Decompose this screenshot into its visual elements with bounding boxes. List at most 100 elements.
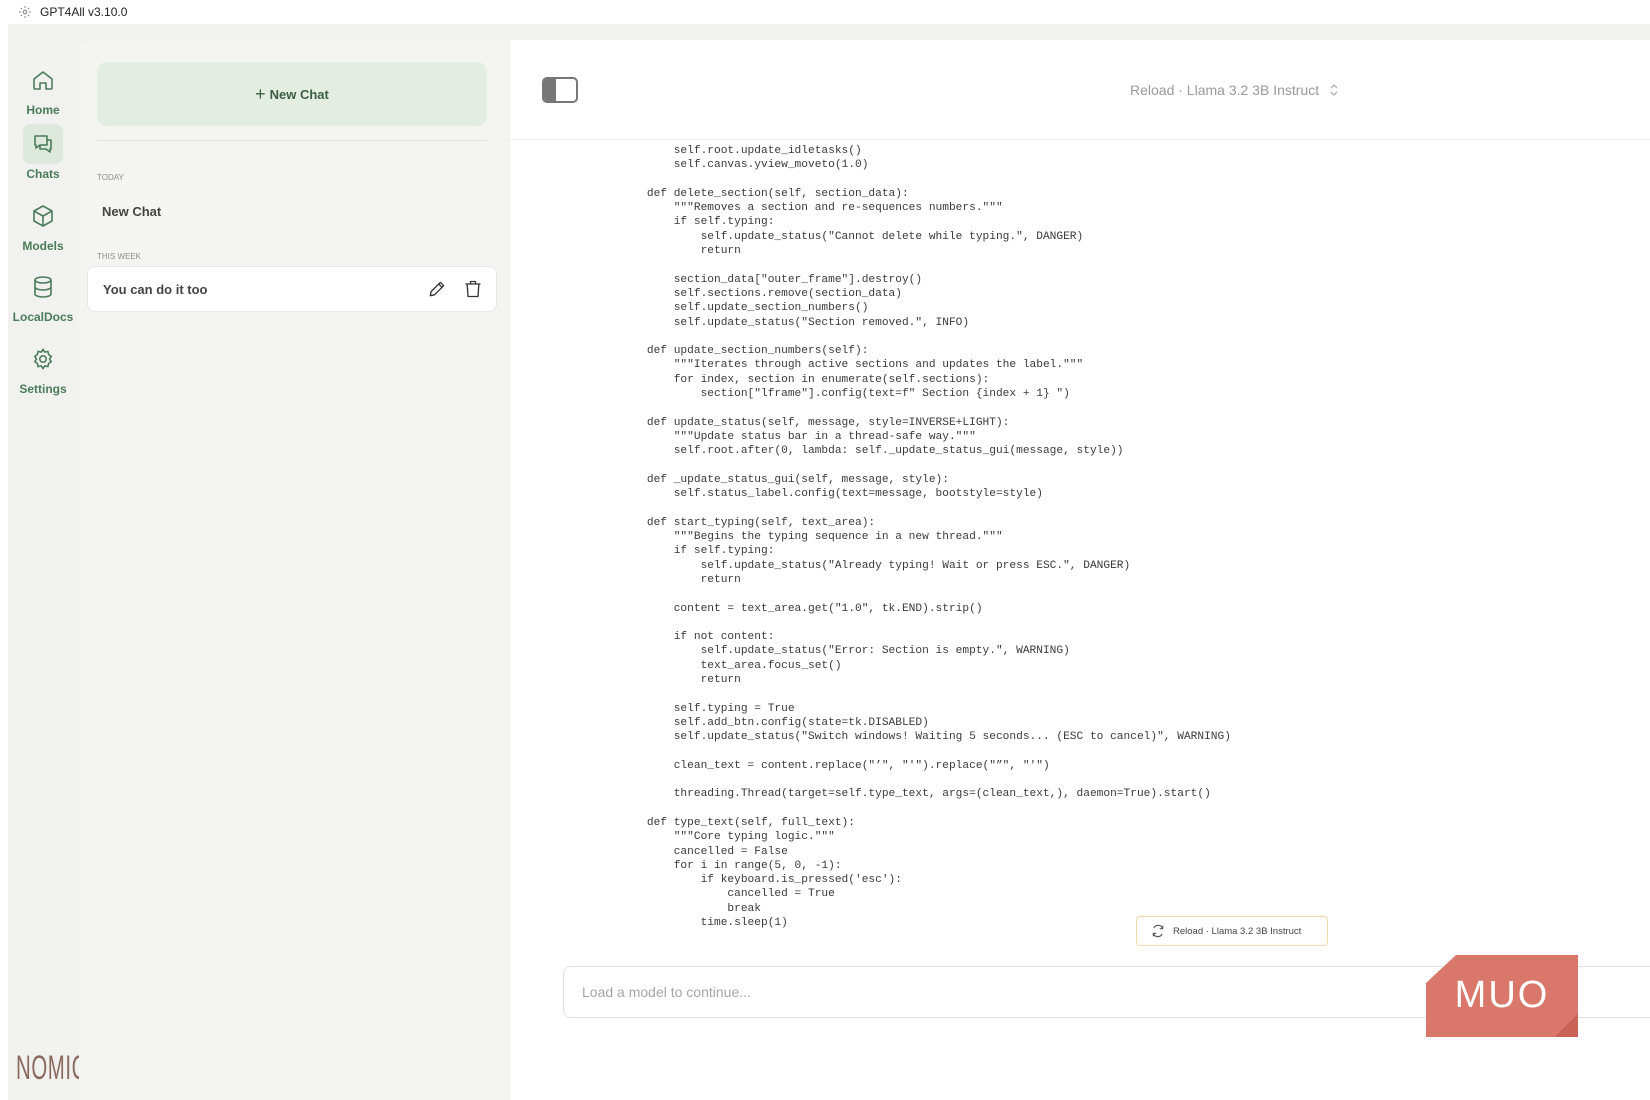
new-chat-label: New Chat [269, 86, 329, 102]
code-line: self.sections.remove(section_data) [620, 287, 902, 300]
cube-icon [23, 196, 63, 236]
code-line: self.root.update_idletasks() [620, 145, 862, 157]
code-line: def type_text(self, full_text): [620, 816, 855, 829]
code-line: self.update_status("Error: Section is em… [620, 645, 1070, 658]
reload-model-label: Reload · Llama 3.2 3B Instruct [1173, 925, 1302, 937]
nav-chats[interactable]: Chats [8, 124, 78, 181]
code-line: break [620, 902, 761, 915]
pencil-icon[interactable] [426, 278, 448, 300]
code-line: """Update status bar in a thread-safe wa… [620, 430, 976, 443]
code-line: content = text_area.get("1.0", tk.END).s… [620, 602, 983, 615]
code-line: for i in range(5, 0, -1): [620, 859, 842, 872]
chat-actions [426, 278, 484, 300]
code-line: if self.typing: [620, 216, 775, 229]
nav-home-label: Home [26, 103, 60, 117]
code-line: self.status_label.config(text=message, b… [620, 488, 1043, 501]
chat-title: You can do it too [103, 281, 208, 297]
refresh-icon [1151, 924, 1165, 938]
code-line: self.typing = True [620, 702, 795, 715]
section-label-today: TODAY [97, 173, 124, 182]
gear-icon [23, 339, 63, 379]
model-selector-label: Reload · Llama 3.2 3B Instruct [1130, 82, 1320, 98]
nav-settings-label: Settings [19, 382, 67, 396]
chat-list-item-selected[interactable]: You can do it too [87, 266, 497, 312]
code-line: section["lframe"].config(text=f" Section… [620, 388, 1070, 401]
code-line: self.update_status("Cannot delete while … [620, 230, 1084, 243]
code-line: def _update_status_gui(self, message, st… [620, 473, 949, 486]
section-label-this-week: THIS WEEK [97, 252, 142, 261]
nav-models[interactable]: Models [8, 196, 78, 253]
code-line: self.root.after(0, lambda: self._update_… [620, 445, 1124, 458]
model-selector[interactable]: Reload · Llama 3.2 3B Instruct [1130, 80, 1339, 100]
message-input[interactable] [582, 984, 1554, 1000]
title-bar: GPT4All v3.10.0 [0, 0, 1650, 24]
chevron-up-down-icon [1329, 82, 1339, 98]
code-line: self.update_status("Section removed.", I… [620, 316, 970, 329]
chat-list-item[interactable]: New Chat [87, 188, 497, 234]
plus-icon: + [255, 83, 266, 104]
code-line: def update_section_numbers(self): [620, 345, 869, 358]
code-line: return [620, 673, 741, 686]
code-line: """Begins the typing sequence in a new t… [620, 531, 1003, 544]
divider [97, 140, 487, 141]
code-line: def start_typing(self, text_area): [620, 516, 876, 529]
code-line: """Removes a section and re-sequences nu… [620, 202, 1003, 215]
code-line: return [620, 573, 741, 586]
sidebar-toggle-button[interactable] [542, 77, 578, 103]
nomic-logo: NOMIC [16, 1049, 87, 1087]
code-line: self.add_btn.config(state=tk.DISABLED) [620, 716, 929, 729]
nav-settings[interactable]: Settings [8, 339, 78, 396]
code-line: if self.typing: [620, 545, 775, 558]
code-line: self.canvas.yview_moveto(1.0) [620, 159, 869, 172]
muo-watermark-logo: MUO [1426, 955, 1578, 1037]
chat-icon [23, 124, 63, 164]
code-line: self.update_status("Switch windows! Wait… [620, 731, 1231, 744]
chat-title: New Chat [102, 203, 162, 219]
reload-model-button[interactable]: Reload · Llama 3.2 3B Instruct [1136, 916, 1328, 946]
code-line: if not content: [620, 631, 775, 644]
nav-chats-label: Chats [26, 167, 60, 181]
sidebar-toggle-icon [544, 79, 556, 101]
nav-localdocs[interactable]: LocalDocs [8, 267, 78, 324]
window-title: GPT4All v3.10.0 [40, 5, 128, 19]
trash-icon[interactable] [462, 278, 484, 300]
code-line: cancelled = False [620, 845, 788, 858]
app-gear-icon [18, 5, 32, 19]
main-header: Reload · Llama 3.2 3B Instruct [510, 40, 1650, 140]
code-line: section_data["outer_frame"].destroy() [620, 273, 923, 286]
svg-text:MUO: MUO [1455, 974, 1550, 1016]
code-line: return [620, 245, 741, 258]
code-line: def update_status(self, message, style=I… [620, 416, 1010, 429]
home-icon [23, 60, 63, 100]
database-icon [23, 267, 63, 307]
nav-home[interactable]: Home [8, 60, 78, 117]
code-line: cancelled = True [620, 888, 835, 901]
new-chat-button[interactable]: + New Chat [97, 62, 487, 126]
nav-localdocs-label: LocalDocs [12, 310, 74, 324]
code-line: self.update_section_numbers() [620, 302, 869, 315]
code-line: text_area.focus_set() [620, 659, 842, 672]
code-line: def delete_section(self, section_data): [620, 187, 909, 200]
code-line: threading.Thread(target=self.type_text, … [620, 788, 1211, 801]
code-response: self.root.update_idletasks() self.canvas… [620, 144, 1231, 930]
code-line: """Core typing logic.""" [620, 831, 835, 844]
code-line: self.update_status("Already typing! Wait… [620, 559, 1131, 572]
main-area: Reload · Llama 3.2 3B Instruct self.root… [510, 40, 1650, 1100]
nav-models-label: Models [22, 239, 64, 253]
code-line: for index, section in enumerate(self.sec… [620, 373, 990, 386]
chat-list-panel: + New Chat TODAY New Chat THIS WEEK You … [79, 40, 509, 1100]
left-nav: Home Chats Models LocalDocs Settings NOM… [8, 24, 86, 1100]
code-line: clean_text = content.replace("’", "'").r… [620, 759, 1050, 772]
code-line: if keyboard.is_pressed('esc'): [620, 874, 902, 887]
